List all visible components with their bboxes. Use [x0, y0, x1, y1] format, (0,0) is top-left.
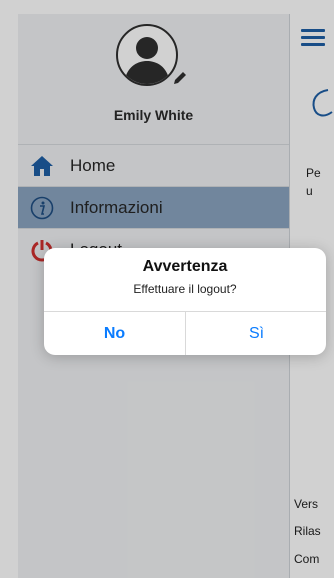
- logout-alert-dialog: Avvertenza Effettuare il logout? No Sì: [44, 248, 326, 355]
- dialog-title: Avvertenza: [142, 258, 228, 275]
- dialog-message: Effettuare il logout?: [133, 282, 237, 296]
- no-button[interactable]: No: [44, 312, 185, 355]
- yes-button[interactable]: Sì: [186, 312, 327, 355]
